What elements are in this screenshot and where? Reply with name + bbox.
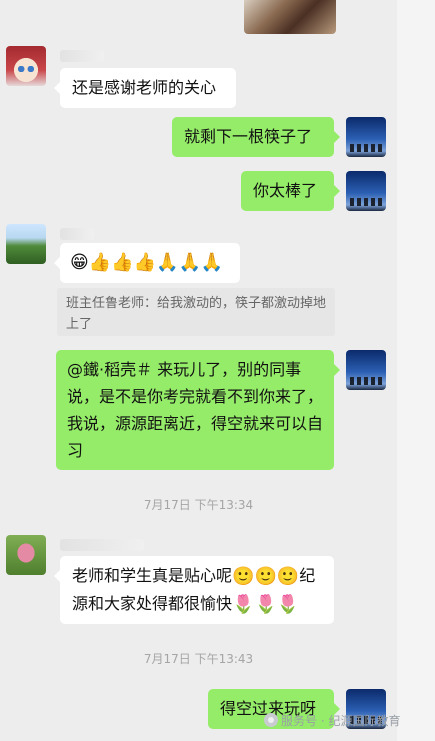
right-edge-strip [397, 0, 435, 741]
watermark-text: 服务号 · 纪源国际教育 [281, 714, 401, 728]
timestamp-divider: 7月17日 下午13:34 [143, 498, 254, 512]
message-text: 还是感谢老师的关心 [72, 78, 217, 97]
message-bubble-2[interactable]: 就剩下一根筷子了 [172, 117, 340, 157]
service-account-icon [264, 713, 278, 727]
thumbs-up-emoji-icon: 👍 [111, 251, 134, 273]
tulip-emoji-icon: 🌷 [232, 593, 255, 615]
message-bubble-1[interactable]: 还是感谢老师的关心 [54, 68, 236, 108]
smile-emoji-icon: 🙂 [232, 565, 255, 587]
tulip-emoji-icon: 🌷 [254, 593, 277, 615]
message-bubble-5[interactable]: @鐵·稻壳＃ 来玩儿了，别的同事说，是不是你考完就看不到你来了，我说，源源距离近… [56, 350, 340, 470]
avatar-sender-1[interactable] [6, 46, 46, 86]
message-text-part-1: 老师和学生真是贴心呢 [72, 566, 233, 585]
avatar-self[interactable] [346, 350, 386, 390]
smile-emoji-icon: 🙂 [254, 565, 277, 587]
folded-hands-emoji-icon: 🙏 [200, 251, 224, 273]
avatar-sender-2[interactable] [6, 224, 46, 264]
message-text: @鐵·稻壳＃ 来玩儿了，别的同事说，是不是你考完就看不到你来了，我说，源源距离近… [67, 360, 324, 460]
message-text: 你太棒了 [253, 181, 318, 200]
quoted-text: 班主任鲁老师：给我激动的，筷子都激动掉地上了 [66, 296, 327, 332]
sender-name-redacted [60, 539, 144, 551]
avatar-sender-3[interactable] [6, 535, 46, 575]
image-message-thumbnail[interactable] [244, 0, 336, 34]
quoted-reply[interactable]: 班主任鲁老师：给我激动的，筷子都激动掉地上了 [57, 288, 335, 336]
message-bubble-4[interactable]: 😁👍👍👍🙏🙏🙏 [54, 243, 240, 283]
message-bubble-6[interactable]: 老师和学生真是贴心呢🙂🙂🙂纪源和大家处得都很愉快🌷🌷🌷 [54, 556, 334, 624]
timestamp-divider: 7月17日 下午13:43 [143, 652, 254, 666]
thumbs-up-emoji-icon: 👍 [133, 251, 157, 273]
tulip-emoji-icon: 🌷 [276, 593, 300, 615]
sender-name-redacted [60, 50, 104, 62]
watermark: 服务号 · 纪源国际教育 [264, 712, 400, 729]
folded-hands-emoji-icon: 🙏 [178, 251, 201, 273]
thumbs-up-emoji-icon: 👍 [88, 251, 112, 273]
message-bubble-3[interactable]: 你太棒了 [241, 171, 340, 211]
sender-name-redacted [60, 228, 94, 240]
grin-emoji-icon: 😁 [70, 251, 89, 273]
message-text: 就剩下一根筷子了 [184, 127, 313, 146]
avatar-self[interactable] [346, 171, 386, 211]
avatar-self[interactable] [346, 117, 386, 157]
folded-hands-emoji-icon: 🙏 [156, 251, 179, 273]
smile-emoji-icon: 🙂 [276, 565, 300, 587]
